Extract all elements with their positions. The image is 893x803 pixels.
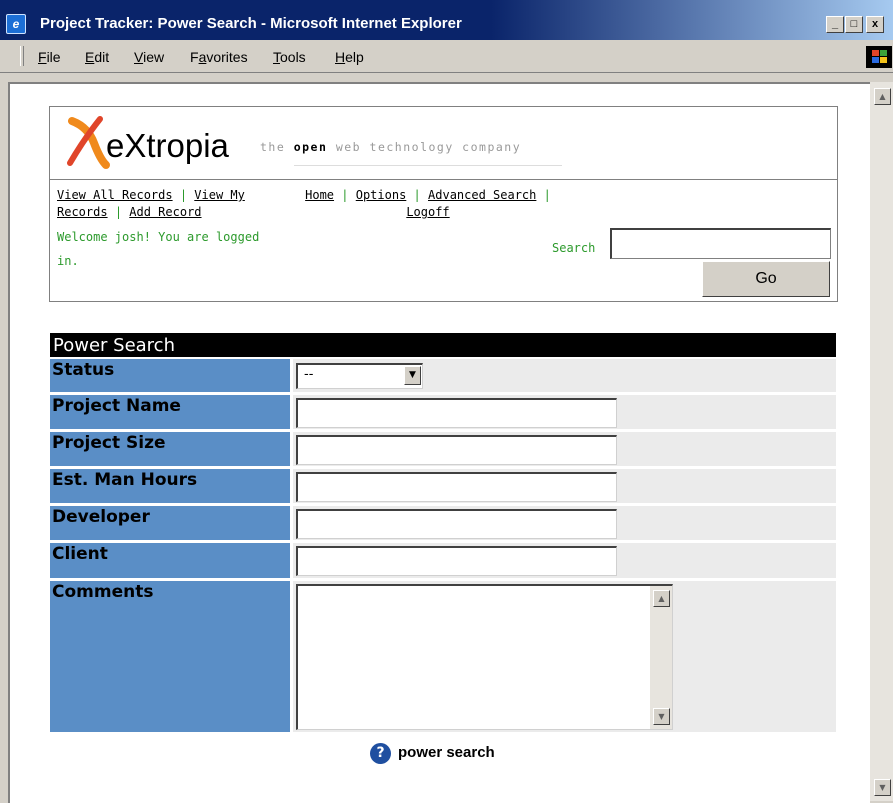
project-name-input[interactable] bbox=[296, 398, 617, 428]
maximize-button[interactable]: □ bbox=[845, 16, 863, 33]
client-cell bbox=[293, 543, 836, 578]
site-nav: Home | Options | Advanced Search | Logof… bbox=[298, 187, 558, 221]
logo-banner: eXtropia the open web technology company bbox=[50, 107, 837, 180]
project-size-input[interactable] bbox=[296, 435, 617, 465]
chevron-down-icon[interactable]: ▼ bbox=[404, 366, 421, 385]
go-button[interactable]: Go bbox=[702, 261, 830, 297]
est-man-hours-label: Est. Man Hours bbox=[50, 469, 290, 503]
est-man-hours-input[interactable] bbox=[296, 472, 617, 502]
power-search-heading: Power Search bbox=[50, 333, 836, 357]
separator: | bbox=[179, 188, 188, 202]
separator: | bbox=[114, 205, 123, 219]
logoff-link[interactable]: Logoff bbox=[406, 205, 449, 219]
project-name-cell bbox=[293, 395, 836, 429]
page-scrollbar[interactable]: ▲ ▼ bbox=[870, 82, 893, 801]
internet-explorer-icon[interactable]: e bbox=[6, 14, 26, 34]
search-label: Search bbox=[552, 241, 596, 255]
status-label: Status bbox=[50, 359, 290, 392]
menubar-grip bbox=[20, 46, 24, 66]
status-cell: -- ▼ bbox=[293, 359, 836, 392]
scroll-down-arrow-icon[interactable]: ▼ bbox=[874, 779, 891, 796]
menu-view[interactable]: View bbox=[134, 49, 164, 65]
logo-wordmark: eXtropia bbox=[106, 127, 229, 164]
scroll-up-arrow-icon[interactable]: ▲ bbox=[653, 590, 670, 607]
client-label: Client bbox=[50, 543, 290, 578]
project-size-label: Project Size bbox=[50, 432, 290, 466]
site-header: eXtropia the open web technology company… bbox=[49, 106, 838, 302]
menu-favorites[interactable]: Favorites bbox=[190, 49, 248, 65]
menu-tools[interactable]: Tools bbox=[273, 49, 306, 65]
help-question-icon[interactable]: ? bbox=[370, 743, 391, 764]
menu-edit[interactable]: Edit bbox=[85, 49, 109, 65]
welcome-message: Welcome josh! You are logged in. bbox=[57, 230, 260, 268]
comments-cell: ▲ ▼ bbox=[293, 581, 836, 732]
project-size-cell bbox=[293, 432, 836, 466]
developer-cell bbox=[293, 506, 836, 540]
extropia-logo-icon bbox=[67, 116, 110, 169]
record-nav: View All Records | View My Records | Add… bbox=[57, 187, 287, 221]
tagline: the open web technology company bbox=[260, 140, 522, 154]
advanced-search-link[interactable]: Advanced Search bbox=[428, 188, 536, 202]
developer-label: Developer bbox=[50, 506, 290, 540]
scroll-down-arrow-icon[interactable]: ▼ bbox=[653, 708, 670, 725]
search-input[interactable] bbox=[610, 228, 831, 259]
view-all-records-link[interactable]: View All Records bbox=[57, 188, 173, 202]
project-name-label: Project Name bbox=[50, 395, 290, 429]
add-record-link[interactable]: Add Record bbox=[129, 205, 201, 219]
window-titlebar[interactable]: e Project Tracker: Power Search - Micros… bbox=[0, 0, 893, 40]
separator: | bbox=[543, 188, 551, 202]
menu-help[interactable]: Help bbox=[335, 49, 364, 65]
tagline-divider bbox=[294, 165, 562, 166]
options-link[interactable]: Options bbox=[356, 188, 407, 202]
menu-bar: File Edit View Favorites Tools Help bbox=[0, 40, 893, 73]
comments-label: Comments bbox=[50, 581, 290, 732]
developer-input[interactable] bbox=[296, 509, 617, 539]
scroll-up-arrow-icon[interactable]: ▲ bbox=[874, 88, 891, 105]
comments-scrollbar[interactable]: ▲ ▼ bbox=[650, 586, 672, 729]
menu-file[interactable]: File bbox=[38, 49, 61, 65]
client-input[interactable] bbox=[296, 546, 617, 576]
power-search-help-link[interactable]: power search bbox=[398, 744, 495, 761]
separator: | bbox=[341, 188, 349, 202]
close-button[interactable]: x bbox=[866, 16, 884, 33]
home-link[interactable]: Home bbox=[305, 188, 334, 202]
window-title: Project Tracker: Power Search - Microsof… bbox=[40, 15, 462, 32]
minimize-button[interactable]: _ bbox=[826, 16, 844, 33]
comments-textarea[interactable]: ▲ ▼ bbox=[296, 584, 673, 730]
status-select[interactable]: -- ▼ bbox=[296, 363, 423, 389]
separator: | bbox=[413, 188, 421, 202]
est-man-hours-cell bbox=[293, 469, 836, 503]
windows-logo-icon bbox=[866, 46, 892, 68]
